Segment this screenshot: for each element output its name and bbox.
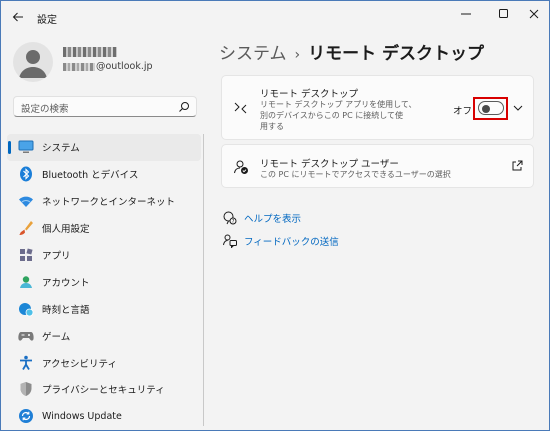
user-name-redacted — [63, 47, 117, 57]
feedback-link[interactable]: フィードバックの送信 — [223, 234, 339, 248]
sidebar-item-label: システム — [42, 143, 80, 155]
feedback-icon — [223, 234, 237, 248]
chevron-down-icon[interactable] — [512, 102, 524, 114]
remote-users-title: リモート デスクトップ ユーザー — [260, 159, 399, 170]
help-icon: ? — [223, 211, 237, 225]
sidebar-item-gaming[interactable]: ゲーム — [7, 322, 201, 349]
sidebar-item-label: 個人用設定 — [42, 224, 90, 236]
breadcrumb-parent[interactable]: システム — [219, 44, 287, 64]
sidebar-item-label: Windows Update — [42, 410, 122, 422]
help-link[interactable]: ? ヘルプを表示 — [223, 211, 301, 225]
remote-desktop-desc-line1: リモート デスクトップ アプリを使用して、 — [260, 100, 417, 109]
sidebar-item-accounts[interactable]: アカウント — [7, 268, 201, 295]
settings-window: 設定 @outlook.jp 設定の検索 システム Bluetooth とデバイ… — [0, 0, 550, 431]
close-icon — [529, 9, 539, 19]
account-icon — [18, 274, 34, 290]
external-link-icon[interactable] — [511, 160, 523, 172]
remote-desktop-desc-line2: 別のデバイスからこの PC に接続して使 — [260, 111, 404, 120]
sidebar-item-windows-update[interactable]: Windows Update — [7, 403, 201, 430]
update-icon — [18, 408, 34, 424]
back-arrow-icon — [12, 12, 23, 22]
toggle-knob — [482, 104, 490, 113]
user-email: @outlook.jp — [96, 61, 153, 72]
accessibility-icon — [18, 355, 34, 371]
sidebar-item-bluetooth[interactable]: Bluetooth とデバイス — [7, 161, 201, 188]
help-link-text[interactable]: ヘルプを表示 — [244, 211, 301, 225]
sidebar-item-label: プライバシーとセキュリティ — [42, 385, 165, 397]
back-button[interactable] — [9, 8, 27, 26]
brush-icon — [18, 220, 34, 236]
minimize-icon — [461, 13, 471, 15]
wifi-icon — [18, 193, 34, 209]
sidebar-item-label: アカウント — [42, 277, 90, 289]
svg-text:?: ? — [232, 219, 235, 225]
sidebar-item-label: アクセシビリティ — [42, 358, 117, 370]
remote-desktop-desc-line3: 用する — [260, 122, 284, 131]
maximize-icon — [499, 9, 508, 18]
search-placeholder: 設定の検索 — [21, 104, 69, 115]
remote-desktop-toggle[interactable] — [478, 101, 504, 115]
sidebar-item-label: ネットワークとインターネット — [42, 197, 176, 209]
sidebar-item-label: Bluetooth とデバイス — [42, 170, 139, 182]
breadcrumb: システム › リモート デスクトップ — [219, 39, 484, 64]
sidebar-nav: システム Bluetooth とデバイス ネットワークとインターネット 個人用設… — [7, 134, 201, 430]
remote-desktop-card[interactable]: リモート デスクトップ リモート デスクトップ アプリを使用して、 別のデバイス… — [221, 75, 534, 140]
active-indicator — [8, 141, 11, 154]
avatar[interactable] — [13, 42, 53, 82]
feedback-link-text[interactable]: フィードバックの送信 — [244, 234, 339, 248]
sidebar-item-network[interactable]: ネットワークとインターネット — [7, 188, 201, 215]
sidebar-item-privacy-security[interactable]: プライバシーとセキュリティ — [7, 376, 201, 403]
sidebar-item-accessibility[interactable]: アクセシビリティ — [7, 349, 201, 376]
sidebar-item-time-language[interactable]: 時刻と言語 — [7, 295, 201, 322]
sidebar-item-label: アプリ — [42, 251, 71, 262]
search-input[interactable]: 設定の検索 — [13, 96, 197, 117]
shield-icon — [18, 381, 34, 397]
user-email-redacted — [63, 63, 95, 71]
toggle-state-label: オフ — [453, 106, 473, 117]
sidebar-scrollbar[interactable] — [203, 134, 204, 426]
sidebar-item-apps[interactable]: アプリ — [7, 242, 201, 269]
sidebar-item-personalization[interactable]: 個人用設定 — [7, 215, 201, 242]
remote-users-desc: この PC にリモートでアクセスできるユーザーの選択 — [260, 170, 451, 179]
minimize-button[interactable] — [448, 1, 484, 27]
app-title: 設定 — [37, 15, 57, 26]
globe-clock-icon — [18, 301, 34, 317]
gamepad-icon — [18, 328, 34, 344]
bluetooth-icon — [18, 166, 34, 182]
apps-icon — [18, 247, 34, 263]
page-title: リモート デスクトップ — [308, 44, 485, 64]
remote-desktop-title: リモート デスクトップ — [260, 89, 359, 100]
title-bar: 設定 — [1, 1, 549, 33]
user-silhouette-icon — [19, 50, 47, 78]
sidebar-item-label: 時刻と言語 — [42, 304, 90, 316]
monitor-icon — [18, 139, 34, 155]
remote-desktop-users-card[interactable]: リモート デスクトップ ユーザー この PC にリモートでアクセスできるユーザー… — [221, 144, 534, 188]
user-check-icon — [233, 159, 249, 175]
sidebar-item-system[interactable]: システム — [7, 134, 201, 161]
close-button[interactable] — [516, 1, 550, 27]
breadcrumb-separator: › — [294, 47, 301, 63]
remote-desktop-icon — [233, 100, 249, 116]
search-icon — [179, 102, 189, 112]
sidebar-item-label: ゲーム — [42, 331, 71, 343]
